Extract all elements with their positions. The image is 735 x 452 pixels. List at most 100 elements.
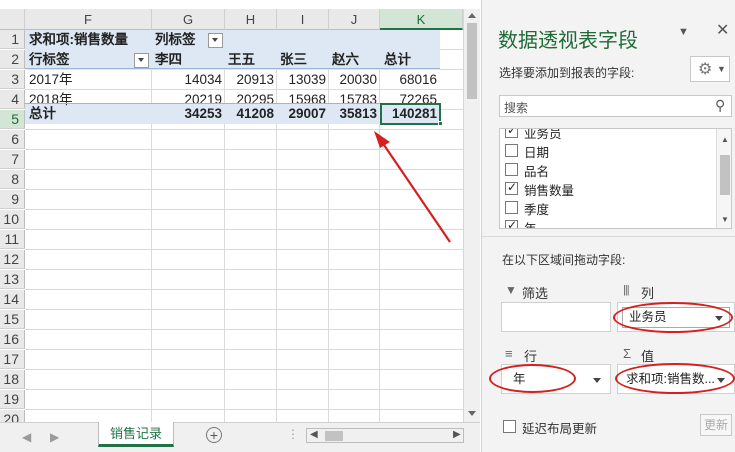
field-list-item[interactable]: 业务员 — [500, 129, 714, 141]
field-list-scrollbar[interactable]: ▲ ▼ — [716, 129, 731, 228]
column-header-f[interactable]: F — [25, 9, 152, 30]
pivot-value-cell[interactable]: 68016 — [380, 70, 440, 90]
pivot-value-cell[interactable]: 20913 — [225, 70, 277, 90]
tab-scroll-left-icon[interactable]: ◀ — [22, 430, 31, 444]
scroll-down-icon[interactable] — [468, 411, 476, 416]
add-sheet-icon[interactable]: + — [206, 427, 222, 443]
hscroll-thumb[interactable] — [325, 431, 343, 441]
row-header[interactable]: 17 — [0, 350, 25, 369]
field-list-item[interactable]: 年 — [500, 217, 714, 229]
hscroll-left-icon[interactable]: ◀ — [310, 429, 318, 440]
choose-fields-label: 选择要添加到报表的字段: — [499, 66, 635, 80]
divider — [482, 236, 735, 237]
column-header-j[interactable]: J — [329, 9, 380, 30]
sheet-tab-active[interactable]: 销售记录 — [98, 422, 174, 447]
row-header[interactable]: 16 — [0, 330, 25, 349]
row-header[interactable]: 5 — [0, 110, 25, 129]
row-header[interactable]: 6 — [0, 130, 25, 149]
pivot-row-label[interactable]: 行标签 — [29, 50, 129, 70]
scroll-thumb[interactable] — [720, 155, 730, 195]
columns-area-title: 列 — [641, 286, 655, 301]
pivot-column-label[interactable]: 列标签 — [155, 30, 215, 50]
column-header-g[interactable]: G — [152, 9, 225, 30]
search-icon[interactable]: ⚲ — [715, 97, 725, 114]
row-header[interactable]: 4 — [0, 90, 25, 109]
tab-scroll-right-icon[interactable]: ▶ — [50, 430, 59, 444]
pivot-row-item[interactable]: 2017年 — [29, 70, 149, 90]
field-list-item[interactable]: 日期 — [500, 141, 714, 160]
pivot-col-header[interactable]: 赵六 — [332, 50, 379, 70]
field-label: 品名 — [524, 165, 550, 179]
field-list-item[interactable]: 品名 — [500, 160, 714, 179]
pivot-total-cell[interactable]: 29007 — [277, 104, 329, 124]
close-icon[interactable]: ✕ — [716, 20, 729, 40]
field-checkbox[interactable] — [505, 144, 518, 157]
column-header-i[interactable]: I — [277, 9, 329, 30]
search-input[interactable]: 搜索 — [504, 99, 528, 116]
pivot-value-cell[interactable]: 20030 — [329, 70, 380, 90]
pivot-value-label[interactable]: 求和项:销售数量 — [29, 30, 151, 50]
pivot-col-header[interactable]: 张三 — [280, 50, 328, 70]
horizontal-scrollbar[interactable]: ◀ ▶ — [306, 428, 464, 443]
defer-update-checkbox[interactable] — [503, 420, 516, 433]
scroll-thumb[interactable] — [467, 23, 477, 99]
pane-options-dropdown-icon[interactable]: ▼ — [678, 26, 689, 38]
pivot-fields-pane: 数据透视表字段 ▼ ✕ 选择要添加到报表的字段: ⚙ ▼ 搜索 ⚲ 业务员日期品… — [481, 0, 735, 452]
row-header[interactable]: 13 — [0, 270, 25, 289]
row-header[interactable]: 7 — [0, 150, 25, 169]
row-header[interactable]: 11 — [0, 230, 25, 249]
column-header-h[interactable]: H — [225, 9, 277, 30]
row-header[interactable]: 12 — [0, 250, 25, 269]
filters-drop-area[interactable] — [501, 302, 611, 332]
field-list[interactable]: 业务员日期品名销售数量季度年 ▲ ▼ — [499, 128, 732, 229]
row-header[interactable]: 10 — [0, 210, 25, 229]
row-header[interactable]: 9 — [0, 190, 25, 209]
pivot-col-header[interactable]: 总计 — [384, 50, 439, 70]
chevron-down-icon — [593, 378, 601, 383]
defer-update-label: 延迟布局更新 — [522, 422, 598, 436]
pivot-total-cell[interactable]: 41208 — [225, 104, 277, 124]
field-checkbox[interactable] — [505, 218, 518, 228]
rows-area-title: 行 — [524, 349, 538, 364]
row-filter-dropdown[interactable] — [134, 50, 152, 70]
field-checkbox[interactable] — [505, 163, 518, 176]
filter-icon: ▼ — [505, 283, 517, 297]
row-header[interactable]: 15 — [0, 310, 25, 329]
scroll-up-icon[interactable]: ▲ — [721, 135, 729, 144]
column-header-k[interactable]: K — [380, 9, 463, 30]
pivot-value-cell[interactable]: 14034 — [152, 70, 225, 90]
row-header[interactable]: 8 — [0, 170, 25, 189]
vertical-scrollbar[interactable] — [463, 9, 480, 422]
field-checkbox[interactable] — [505, 201, 518, 214]
field-list-item[interactable]: 季度 — [500, 198, 714, 217]
pivot-value-cell[interactable]: 13039 — [277, 70, 329, 90]
row-header[interactable]: 1 — [0, 30, 25, 49]
sheet-tab-label: 销售记录 — [109, 426, 162, 441]
row-header[interactable]: 18 — [0, 370, 25, 389]
search-field[interactable]: 搜索 ⚲ — [499, 95, 732, 117]
field-checkbox[interactable] — [505, 129, 518, 138]
row-header[interactable]: 14 — [0, 290, 25, 309]
column-filter-dropdown[interactable] — [208, 30, 226, 50]
row-header[interactable]: 2 — [0, 50, 25, 69]
hscroll-right-icon[interactable]: ▶ — [453, 429, 461, 440]
update-button[interactable]: 更新 — [700, 414, 732, 436]
field-label: 销售数量 — [524, 184, 575, 198]
tools-button[interactable]: ⚙ ▼ — [690, 56, 730, 82]
pivot-col-header[interactable]: 李四 — [155, 50, 223, 70]
scroll-up-icon[interactable] — [468, 13, 476, 18]
scroll-down-icon[interactable]: ▼ — [721, 215, 729, 224]
row-header[interactable]: 19 — [0, 390, 25, 409]
row-header[interactable]: 3 — [0, 70, 25, 89]
pivot-col-header[interactable]: 王五 — [228, 50, 276, 70]
splitter-handle-icon[interactable]: ⋮ — [287, 427, 299, 441]
field-checkbox[interactable] — [505, 180, 518, 195]
field-list-item[interactable]: 销售数量 — [500, 179, 714, 198]
field-label: 年 — [524, 222, 537, 229]
select-all-corner[interactable] — [0, 9, 25, 30]
drag-fields-label: 在以下区域间拖动字段: — [502, 253, 626, 267]
pivot-grand-total-label[interactable]: 总计 — [29, 104, 149, 124]
highlight-oval — [615, 363, 735, 394]
columns-icon: ||| — [623, 284, 630, 296]
pivot-total-cell[interactable]: 34253 — [152, 104, 225, 124]
